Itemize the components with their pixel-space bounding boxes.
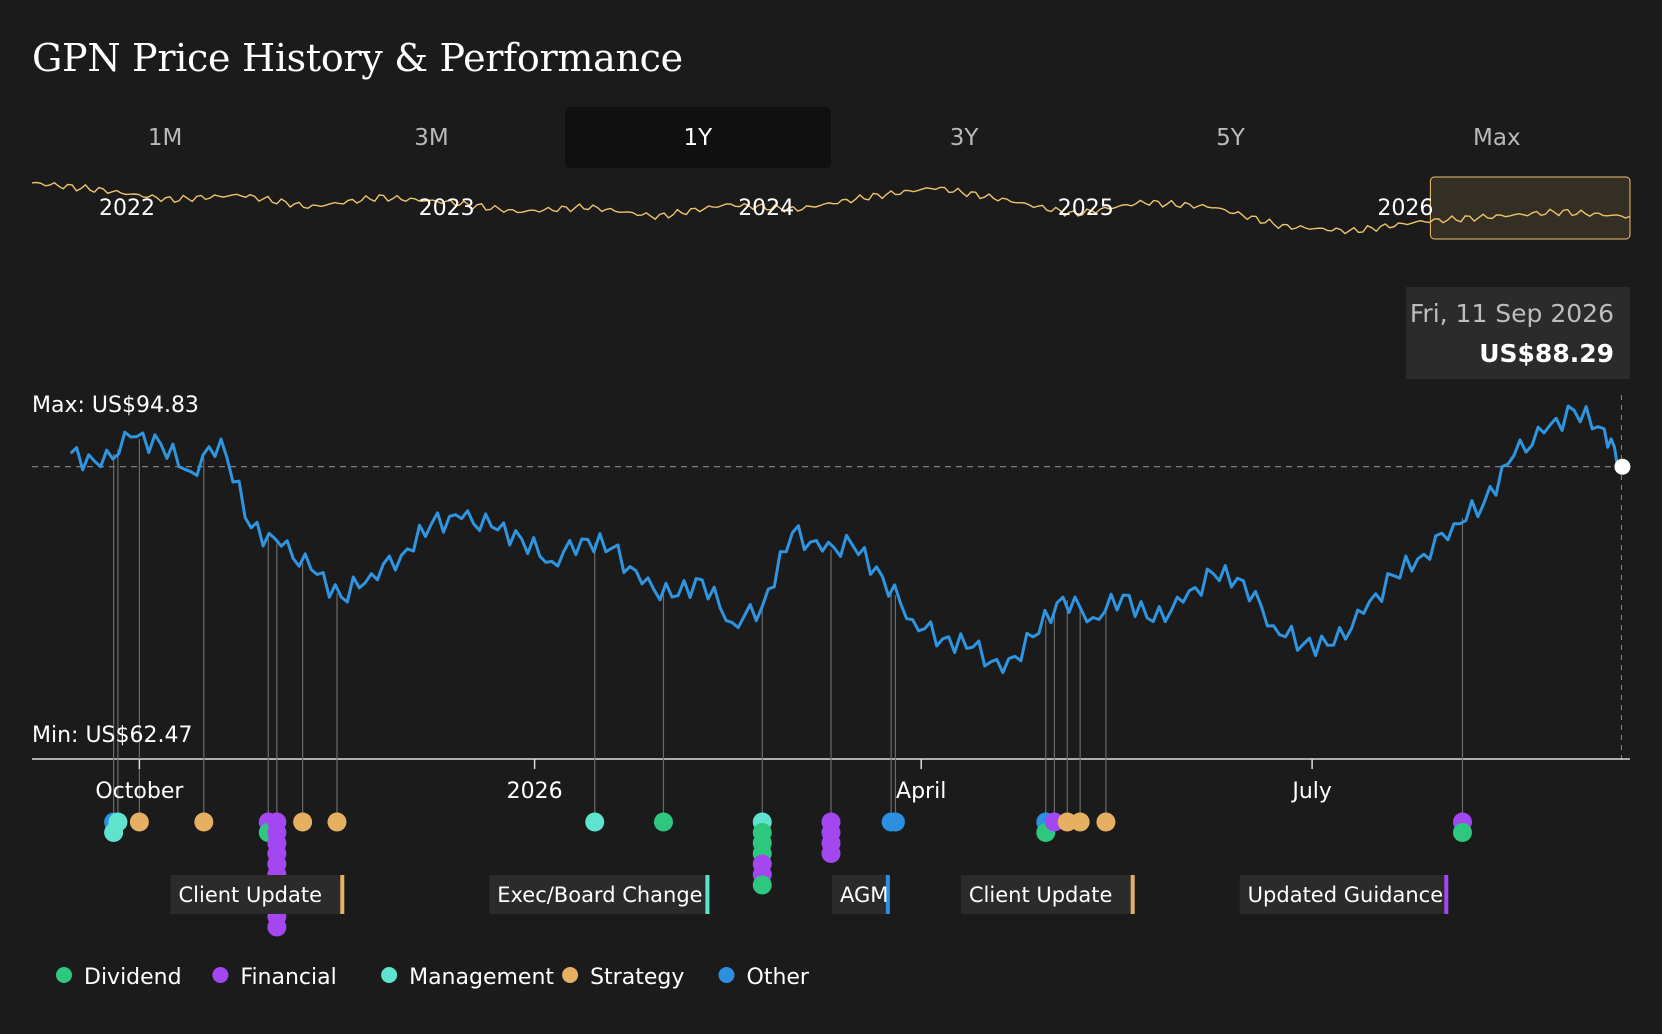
- event-label-text: Updated Guidance: [1248, 883, 1443, 907]
- event-labels: Client Update Exec/Board Change AGM Client …: [170, 875, 1449, 914]
- x-tick-label: 2026: [507, 779, 563, 804]
- legend-swatch-management: [381, 967, 398, 983]
- legend-label-other: Other: [747, 965, 810, 990]
- overview-year-label-2024: 2024: [738, 196, 794, 221]
- overview-selection[interactable]: [1429, 176, 1631, 240]
- legend-label-management: Management: [409, 965, 554, 990]
- overview-year-label-2023: 2023: [419, 196, 475, 221]
- event-label[interactable]: AGM: [832, 875, 890, 914]
- legend-swatch-strategy: [562, 967, 579, 983]
- event-label-text: Client Update: [969, 883, 1113, 907]
- tooltip: Fri, 11 Sep 2026 US$88.29: [1406, 287, 1630, 379]
- event-marker-dividend[interactable]: [653, 812, 673, 832]
- event-marker-management[interactable]: [108, 812, 128, 832]
- event-label-accent: [1130, 875, 1135, 914]
- legend-swatch-financial: [212, 967, 229, 983]
- event-label[interactable]: Updated Guidance: [1239, 875, 1449, 914]
- tooltip-value: US$88.29: [1479, 339, 1614, 368]
- event-marker-other[interactable]: [885, 812, 905, 832]
- event-marker-strategy[interactable]: [1096, 812, 1116, 832]
- y-max-label: Max: US$94.83: [32, 393, 199, 418]
- event-marker-financial[interactable]: [821, 844, 841, 863]
- event-markers: [104, 812, 1472, 937]
- tooltip-date: Fri, 11 Sep 2026: [1410, 299, 1614, 328]
- event-label-text: AGM: [840, 883, 888, 907]
- event-label-accent: [1444, 875, 1449, 914]
- event-marker-strategy[interactable]: [327, 812, 347, 832]
- y-min-label: Min: US$62.47: [32, 723, 193, 748]
- legend-swatch-other: [718, 967, 735, 983]
- event-label[interactable]: Exec/Board Change: [489, 875, 710, 914]
- event-marker-management[interactable]: [585, 812, 605, 832]
- legend-label-strategy: Strategy: [590, 965, 684, 990]
- overview-year-label-2025: 2025: [1058, 196, 1114, 221]
- legend: Dividend Financial Management Strategy Other: [56, 965, 810, 990]
- event-label-accent: [340, 875, 345, 914]
- event-label[interactable]: Client Update: [960, 875, 1135, 914]
- event-marker-dividend[interactable]: [1452, 823, 1472, 842]
- overview-year-label-2022: 2022: [99, 196, 155, 221]
- event-marker-strategy[interactable]: [293, 812, 313, 832]
- event-label-accent: [705, 875, 710, 914]
- event-label-text: Client Update: [178, 883, 322, 907]
- event-label[interactable]: Client Update: [170, 875, 345, 914]
- current-price-point: [1614, 458, 1631, 475]
- legend-label-dividend: Dividend: [84, 965, 182, 990]
- event-stems: [113, 439, 1464, 822]
- event-marker-financial[interactable]: [267, 917, 287, 937]
- price-line: [69, 404, 1623, 675]
- event-marker-strategy[interactable]: [129, 812, 149, 832]
- event-marker-strategy[interactable]: [194, 812, 214, 832]
- event-marker-strategy[interactable]: [1070, 812, 1090, 832]
- x-tick-label: July: [1290, 779, 1332, 804]
- legend-label-financial: Financial: [240, 965, 336, 990]
- overview-year-label-2026: 2026: [1377, 196, 1433, 221]
- legend-swatch-dividend: [56, 967, 72, 983]
- x-tick-label: October: [95, 779, 184, 804]
- event-label-text: Exec/Board Change: [497, 883, 702, 907]
- x-tick-label: April: [896, 779, 946, 804]
- price-chart: 2022 2023 2024 2025 2026 Max: US$94.83 Min: US…: [31, 176, 1631, 990]
- event-marker-dividend[interactable]: [752, 875, 772, 895]
